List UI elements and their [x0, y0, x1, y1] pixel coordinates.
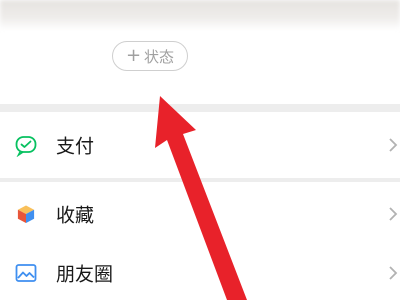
plus-icon: +: [125, 45, 142, 66]
profile-header-area: + 状态: [0, 0, 400, 104]
wechat-pay-icon: [14, 133, 38, 158]
menu-item-moments[interactable]: 朋友圈: [0, 246, 400, 300]
favorites-cube-icon: [14, 202, 38, 226]
moments-image-icon: [14, 261, 38, 285]
menu-item-label: 收藏: [56, 204, 95, 227]
chevron-right-icon: [386, 203, 400, 225]
menu-item-label: 支付: [56, 135, 95, 158]
add-status-button[interactable]: + 状态: [112, 41, 188, 71]
chevron-right-icon: [386, 134, 400, 156]
menu-item-label: 朋友圈: [56, 263, 114, 286]
menu-item-pay[interactable]: 支付: [0, 112, 400, 178]
chevron-right-icon: [386, 262, 400, 284]
profile-blurred-area: [0, 0, 400, 30]
menu-item-favorites[interactable]: 收藏: [0, 182, 400, 246]
status-label: 状态: [144, 47, 175, 66]
